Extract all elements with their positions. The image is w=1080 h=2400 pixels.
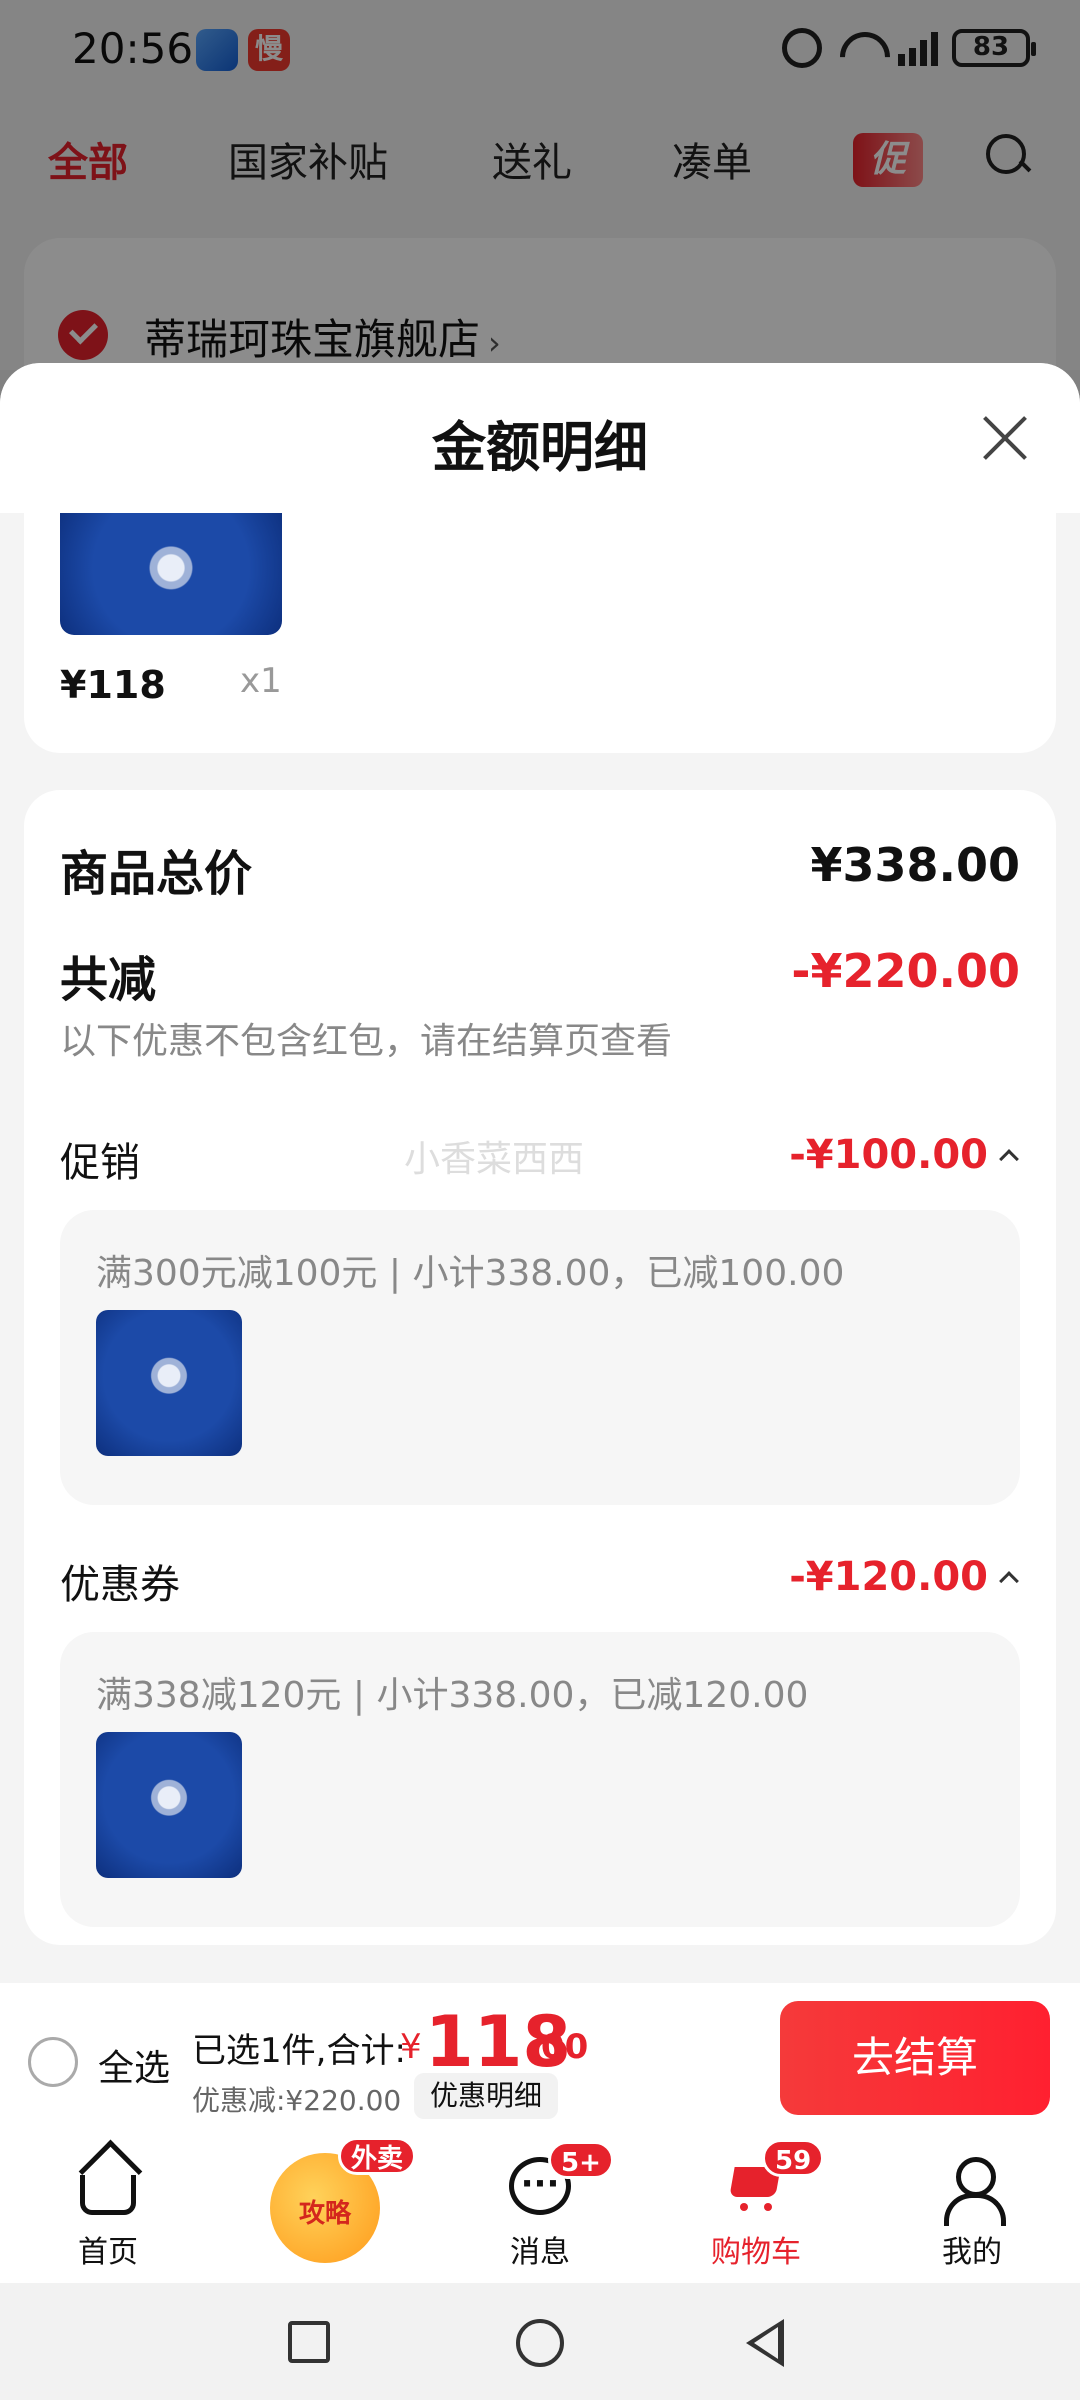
home-icon [80, 2175, 136, 2215]
recent-apps-icon[interactable] [288, 2321, 330, 2363]
item-card: ¥118 x1 [24, 513, 1056, 753]
total-currency: ¥ [400, 2027, 422, 2067]
watermark: 小香菜西西 [404, 1139, 585, 1180]
checkout-bar: 全选 已选1件,合计: ¥ 118 .00 优惠减:¥220.00 优惠明细 去… [0, 1983, 1080, 2133]
discount-detail-button[interactable]: 优惠明细 [414, 2073, 559, 2119]
amount-detail-sheet: 金额明细 ¥118 x1 商品总价 ¥338.00 共减 -¥220.00 以下… [0, 363, 1080, 1983]
select-all-label[interactable]: 全选 [98, 2039, 170, 2091]
bottom-nav: 首页 攻略 外卖 消息 5+ 购物车 59 我的 [0, 2133, 1080, 2283]
promotion-value[interactable]: -¥100.00 [789, 1132, 1019, 1178]
close-icon[interactable] [980, 413, 1030, 463]
sheet-header: 金额明细 [0, 363, 1080, 513]
promotion-label: 促销 [60, 1140, 140, 1186]
coupon-detail-text: 满338减120元 | 小计338.00，已减120.00 [96, 1675, 809, 1716]
product-thumbnail [60, 513, 282, 635]
product-thumbnail [96, 1310, 242, 1456]
goods-total-label: 商品总价 [60, 846, 253, 902]
nav-cart-label: 购物车 [711, 2235, 801, 2270]
home-circle-icon[interactable] [516, 2319, 564, 2367]
price-summary-card: 商品总价 ¥338.00 共减 -¥220.00 以下优惠不包含红包，请在结算页… [24, 790, 1056, 1945]
system-nav-bar [0, 2283, 1080, 2400]
strategy-badge: 外卖 [338, 2137, 417, 2175]
total-decimal: .00 [528, 2027, 589, 2067]
coupon-detail-box: 满338减120元 | 小计338.00，已减120.00 [60, 1632, 1020, 1927]
total-reduce-label: 共减 [60, 952, 157, 1008]
promotion-detail-text: 满300元减100元 | 小计338.00，已减100.00 [96, 1253, 845, 1294]
item-quantity: x1 [240, 661, 282, 701]
discount-text: 优惠减:¥220.00 [192, 2084, 402, 2117]
promotion-detail-box: 满300元减100元 | 小计338.00，已减100.00 [60, 1210, 1020, 1505]
product-thumbnail [96, 1732, 242, 1878]
selected-summary: 已选1件,合计: [192, 2031, 406, 2071]
cart-badge: 59 [762, 2139, 825, 2177]
strategy-label: 攻略 [298, 2199, 351, 2229]
coupon-value[interactable]: -¥120.00 [789, 1554, 1019, 1600]
nav-me-label: 我的 [942, 2235, 1002, 2270]
sheet-title: 金额明细 [432, 416, 648, 479]
coupon-label: 优惠券 [60, 1562, 180, 1608]
select-all-radio[interactable] [28, 2037, 78, 2087]
goods-total-value: ¥338.00 [810, 838, 1020, 892]
checkout-button[interactable]: 去结算 [780, 2001, 1050, 2115]
total-reduce-value: -¥220.00 [791, 944, 1020, 998]
nav-me[interactable]: 我的 [892, 2133, 1052, 2283]
messages-badge: 5+ [548, 2141, 614, 2179]
person-icon [942, 2157, 1006, 2226]
item-price: ¥118 [60, 663, 166, 707]
chevron-up-icon [999, 1149, 1019, 1169]
nav-home-label: 首页 [78, 2235, 138, 2270]
nav-messages-label: 消息 [510, 2235, 570, 2270]
back-triangle-icon[interactable] [746, 2319, 784, 2367]
chevron-up-icon [999, 1571, 1019, 1591]
discount-note: 以下优惠不包含红包，请在结算页查看 [60, 1021, 673, 1062]
nav-home[interactable]: 首页 [28, 2133, 188, 2283]
